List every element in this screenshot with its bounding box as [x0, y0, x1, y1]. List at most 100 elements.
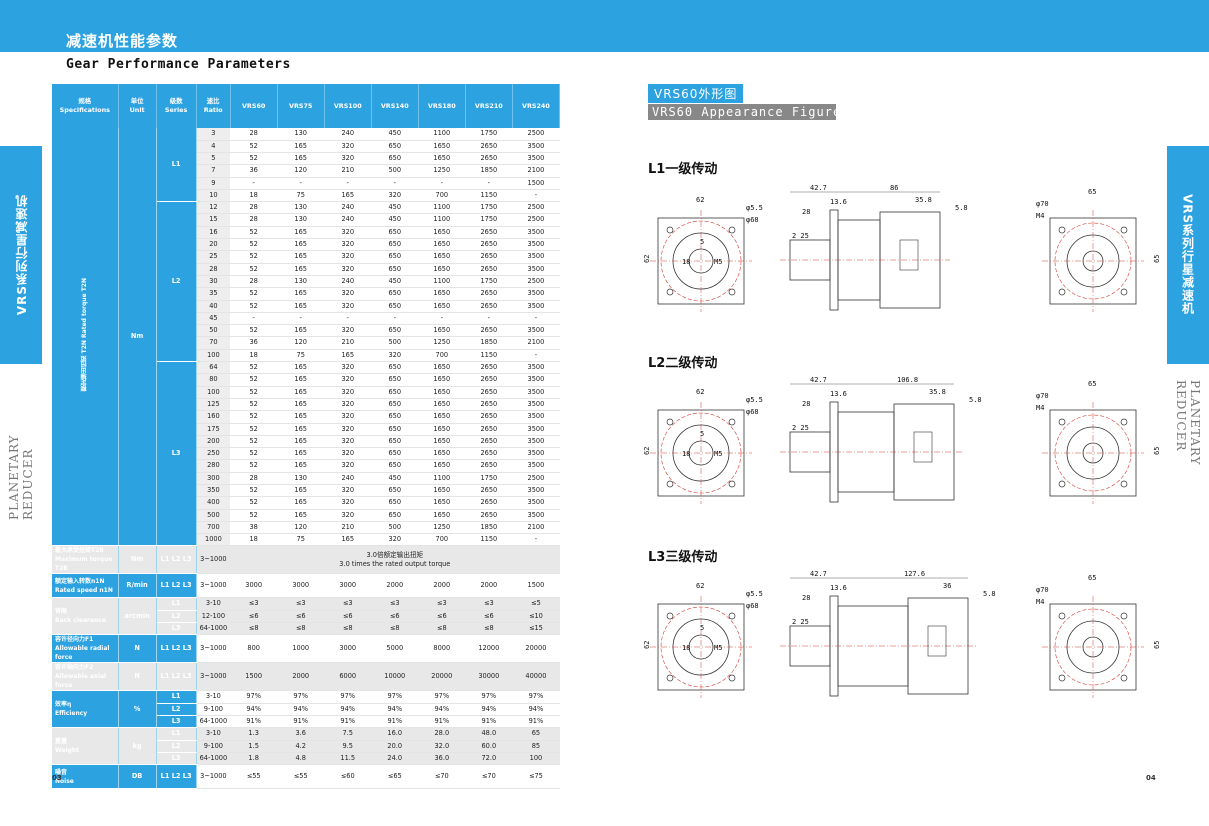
ratio-cell: 10 — [196, 189, 231, 203]
value-cell: 48.0 — [465, 727, 513, 741]
right-side-tab-label: VRS系列行星减速机 — [1180, 194, 1195, 316]
table-row: 额定输出扭矩 T2N Rated torque T2N Nm L1 3 28 130 240… — [52, 128, 560, 547]
value-cell: 700 — [418, 533, 466, 547]
value-cell: 2650 — [465, 263, 513, 276]
value-cell: ≤70 — [418, 764, 466, 790]
value-cell: 1750 — [465, 128, 513, 141]
value-cell: 1100 — [418, 275, 466, 289]
value-cell: ≤3 — [277, 597, 325, 611]
value-cell: 450 — [371, 128, 419, 141]
drawing-l3: 62 62 φ5.5 φ68 M5 18 5 42.7 127.6 13.6 28 2 25 36 5.8… — [643, 570, 1160, 698]
rated_speed-label: 额定输入转数n1N Rated speed n1N — [52, 573, 119, 599]
value-cell: ≤8 — [324, 622, 372, 636]
efficiency-unit: % — [118, 690, 157, 729]
page-title-en: Gear Performance Parameters — [66, 57, 291, 72]
column-header-cn: 级数 — [169, 97, 183, 105]
value-cell: 120 — [277, 164, 325, 178]
value-cell: ≤3 — [371, 597, 419, 611]
value-cell: 240 — [324, 128, 372, 141]
value-cell: 165 — [324, 189, 372, 203]
value-cell: 28 — [230, 275, 278, 289]
dim-62-top: 62 — [696, 388, 704, 396]
value-cell: 165 — [277, 263, 325, 276]
stage-l3-label: L3三级传动 — [648, 550, 718, 565]
rear-mount-hole — [1058, 480, 1066, 488]
value-cell: 1650 — [418, 509, 466, 522]
value-cell: 1650 — [418, 300, 466, 313]
value-cell: 52 — [230, 496, 278, 510]
axial_force-ratio: 3~1000 — [196, 662, 231, 692]
mount-hole — [728, 226, 736, 234]
value-cell: ≤6 — [371, 610, 419, 624]
dim-62-left: 62 — [643, 255, 651, 263]
value-cell: 165 — [277, 509, 325, 522]
value-cell: 700 — [418, 349, 466, 363]
value-cell: 450 — [371, 201, 419, 215]
noise-series: L1 L2 L3 — [156, 764, 197, 790]
rated-torque-label: 额定输出扭矩 T2N Rated torque T2N — [52, 128, 119, 547]
rear-mount-hole — [1120, 612, 1128, 620]
value-cell: 320 — [324, 300, 372, 313]
value-cell: 5000 — [371, 634, 419, 664]
rated-torque-label-text: 额定输出扭矩 T2N Rated torque T2N — [80, 277, 88, 392]
dim-output-length: 35.8 — [929, 388, 946, 396]
value-cell: 165 — [277, 423, 325, 436]
value-cell: 1250 — [418, 164, 466, 178]
value-cell: 320 — [324, 484, 372, 498]
value-cell: 650 — [371, 435, 419, 449]
value-cell: 650 — [371, 300, 419, 313]
value-cell: 165 — [277, 484, 325, 498]
value-cell: ≤3 — [230, 597, 278, 611]
dim-5: 5 — [700, 430, 704, 438]
value-cell: 1650 — [418, 373, 466, 387]
rear-mount-hole — [1120, 418, 1128, 426]
value-cell: ≤3 — [465, 597, 513, 611]
dim-m5: M5 — [714, 258, 722, 266]
value-cell: 36.0 — [418, 752, 466, 766]
value-cell: 320 — [324, 324, 372, 338]
value-cell: 320 — [324, 226, 372, 240]
drawing-l1: 62 62 φ5.5 φ68 M5 18 5 42.7 86 13.6 28 2 25 35.8 5.8 6… — [643, 184, 1160, 312]
value-cell: ≤60 — [324, 764, 372, 790]
value-cell: 450 — [371, 213, 419, 227]
ratio-cell: 9 — [196, 177, 231, 190]
radial_force-label-en: Allowable radial force — [55, 645, 110, 662]
value-cell: 650 — [371, 250, 419, 264]
value-cell: 2650 — [465, 287, 513, 301]
value-cell: 320 — [324, 140, 372, 153]
ratio-cell: 20 — [196, 238, 231, 252]
value-cell: 2500 — [512, 472, 560, 486]
efficiency-ratio: 3-10 — [196, 690, 231, 704]
value-cell: - — [465, 177, 513, 190]
value-cell: 3500 — [512, 152, 560, 166]
value-cell: 320 — [324, 373, 372, 387]
radial_force-ratio: 3~1000 — [196, 634, 231, 664]
value-cell: ≤3 — [324, 597, 372, 611]
dim-total-length: 86 — [890, 184, 898, 192]
value-cell: - — [465, 312, 513, 326]
value-cell: 28 — [230, 128, 278, 141]
value-cell: 75 — [277, 349, 325, 363]
value-cell: 28 — [230, 201, 278, 215]
rear-mount-hole — [1120, 226, 1128, 234]
value-cell: 1250 — [418, 336, 466, 350]
ratio-cell: 7 — [196, 164, 231, 178]
value-cell: 1850 — [465, 521, 513, 535]
dim-phi-5-5: φ5.5 — [746, 204, 763, 212]
dim-62-top: 62 — [696, 196, 704, 204]
value-cell: 1650 — [418, 238, 466, 252]
rated_speed-row: 额定输入转数n1N Rated speed n1N R/min L1 L2 L3 3~1… — [52, 573, 560, 599]
rear-mount-hole — [1058, 612, 1066, 620]
value-cell: 52 — [230, 373, 278, 387]
ratio-cell: 200 — [196, 435, 231, 449]
value-cell: 320 — [371, 189, 419, 203]
backlash-label-en: Back clearance — [55, 617, 106, 625]
value-cell: - — [512, 312, 560, 326]
value-cell: - — [230, 312, 278, 326]
value-cell: 2650 — [465, 300, 513, 313]
value-cell: - — [512, 189, 560, 203]
value-cell: 20000 — [512, 634, 560, 664]
value-cell: 1650 — [418, 140, 466, 153]
value-cell: 1650 — [418, 459, 466, 473]
ratio-cell: 40 — [196, 300, 231, 313]
